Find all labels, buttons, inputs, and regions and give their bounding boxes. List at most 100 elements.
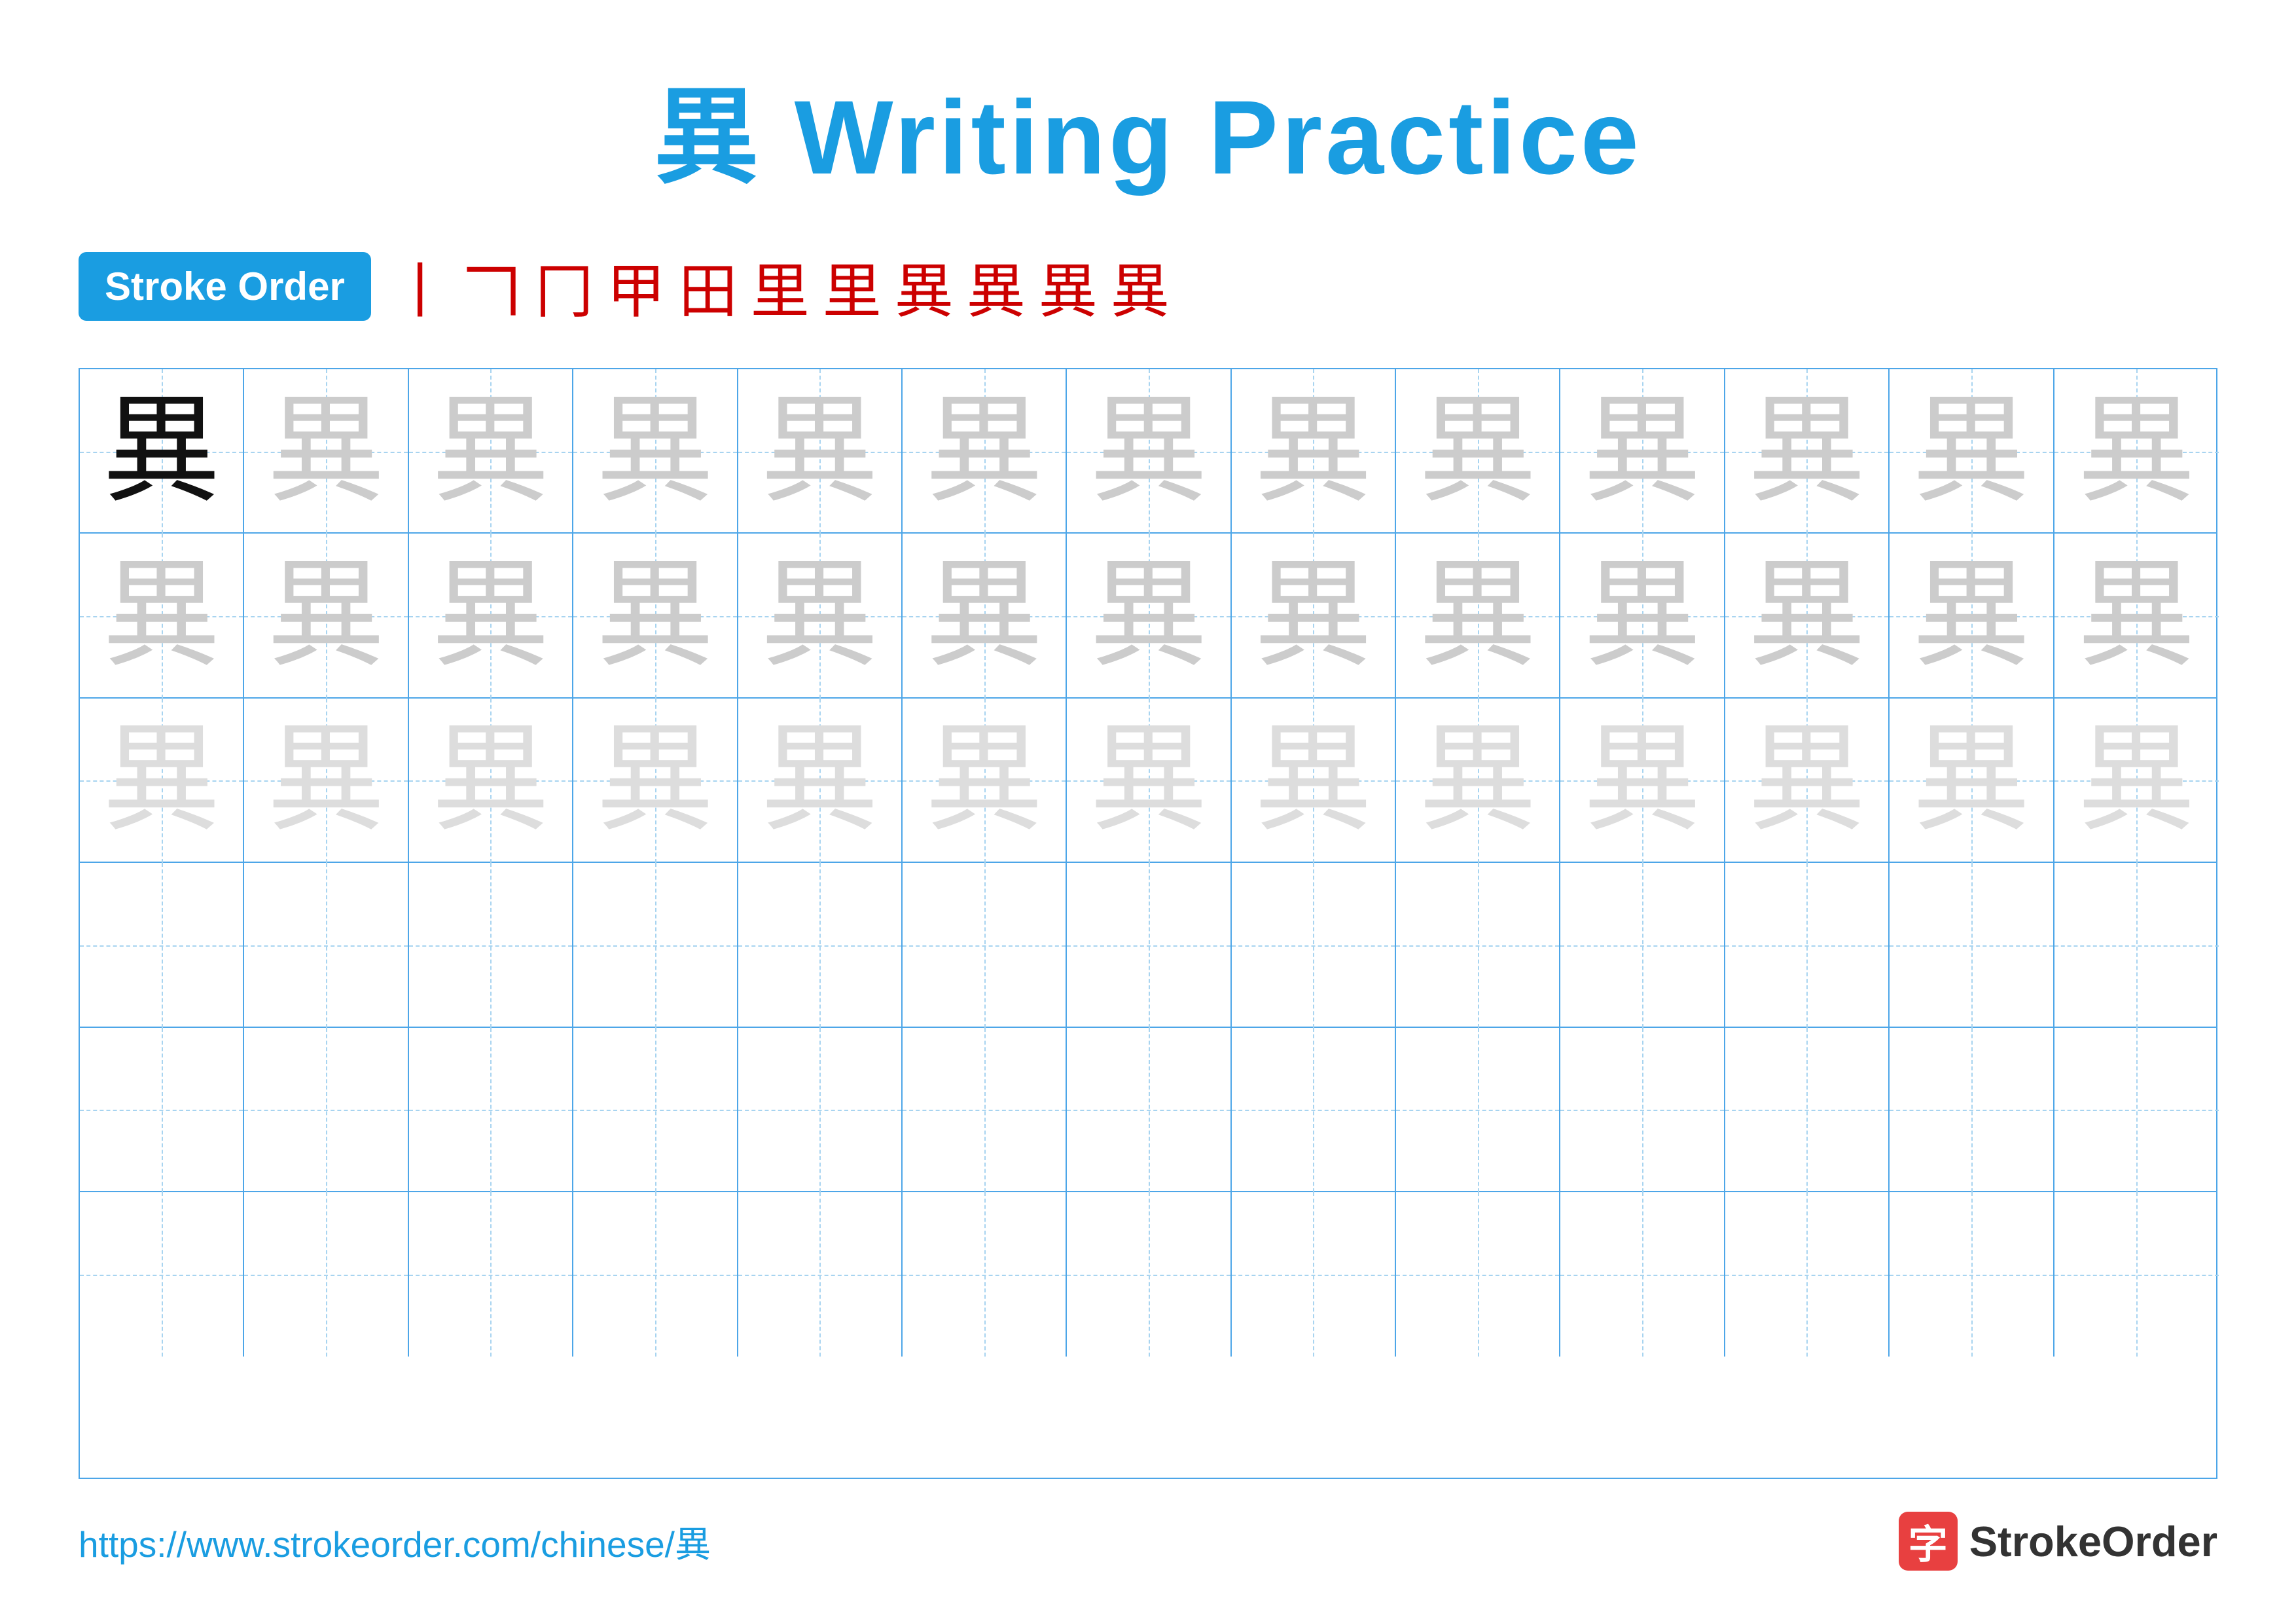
cell-3-5[interactable]: 異 xyxy=(738,699,903,863)
cell-3-6[interactable]: 異 xyxy=(903,699,1067,863)
cell-5-10[interactable] xyxy=(1560,1028,1725,1192)
cell-1-3[interactable]: 異 xyxy=(409,369,573,534)
cell-5-5[interactable] xyxy=(738,1028,903,1192)
cell-1-13[interactable]: 異 xyxy=(2054,369,2219,534)
cell-6-10[interactable] xyxy=(1560,1192,1725,1357)
char-guide: 異 xyxy=(2077,557,2195,675)
cell-6-3[interactable] xyxy=(409,1192,573,1357)
grid-row-5 xyxy=(80,1028,2216,1192)
cell-4-3[interactable] xyxy=(409,863,573,1027)
cell-2-13[interactable]: 異 xyxy=(2054,534,2219,698)
cell-5-13[interactable] xyxy=(2054,1028,2219,1192)
cell-4-11[interactable] xyxy=(1725,863,1890,1027)
char-guide: 異 xyxy=(2077,393,2195,511)
cell-1-8[interactable]: 異 xyxy=(1232,369,1396,534)
stroke-8: 異 xyxy=(895,244,954,329)
cell-2-3[interactable]: 異 xyxy=(409,534,573,698)
cell-6-6[interactable] xyxy=(903,1192,1067,1357)
grid-row-4 xyxy=(80,863,2216,1027)
cell-1-1[interactable]: 異 xyxy=(80,369,244,534)
char-guide: 異 xyxy=(596,393,714,511)
cell-5-6[interactable] xyxy=(903,1028,1067,1192)
cell-4-13[interactable] xyxy=(2054,863,2219,1027)
grid-row-3: 異 異 異 異 異 異 異 異 異 異 異 異 異 xyxy=(80,699,2216,863)
char-guide: 異 xyxy=(1583,557,1701,675)
cell-3-8[interactable]: 異 xyxy=(1232,699,1396,863)
char-guide: 異 xyxy=(103,557,221,675)
stroke-1: 丨 xyxy=(391,244,450,329)
char-guide: 異 xyxy=(761,721,878,839)
char-guide: 異 xyxy=(761,393,878,511)
cell-4-1[interactable] xyxy=(80,863,244,1027)
cell-2-12[interactable]: 異 xyxy=(1890,534,2054,698)
cell-3-2[interactable]: 異 xyxy=(244,699,408,863)
cell-4-9[interactable] xyxy=(1396,863,1560,1027)
char-guide: 異 xyxy=(1419,721,1537,839)
cell-5-3[interactable] xyxy=(409,1028,573,1192)
cell-4-10[interactable] xyxy=(1560,863,1725,1027)
cell-1-4[interactable]: 異 xyxy=(573,369,738,534)
cell-6-9[interactable] xyxy=(1396,1192,1560,1357)
char-guide: 異 xyxy=(1419,557,1537,675)
cell-2-2[interactable]: 異 xyxy=(244,534,408,698)
cell-4-5[interactable] xyxy=(738,863,903,1027)
cell-2-8[interactable]: 異 xyxy=(1232,534,1396,698)
cell-3-10[interactable]: 異 xyxy=(1560,699,1725,863)
char-guide: 異 xyxy=(1748,393,1865,511)
cell-3-7[interactable]: 異 xyxy=(1067,699,1231,863)
cell-2-9[interactable]: 異 xyxy=(1396,534,1560,698)
cell-2-6[interactable]: 異 xyxy=(903,534,1067,698)
cell-6-13[interactable] xyxy=(2054,1192,2219,1357)
cell-5-12[interactable] xyxy=(1890,1028,2054,1192)
cell-1-5[interactable]: 異 xyxy=(738,369,903,534)
cell-6-2[interactable] xyxy=(244,1192,408,1357)
cell-4-12[interactable] xyxy=(1890,863,2054,1027)
cell-5-7[interactable] xyxy=(1067,1028,1231,1192)
cell-1-6[interactable]: 異 xyxy=(903,369,1067,534)
cell-1-12[interactable]: 異 xyxy=(1890,369,2054,534)
cell-6-12[interactable] xyxy=(1890,1192,2054,1357)
cell-4-4[interactable] xyxy=(573,863,738,1027)
cell-3-4[interactable]: 異 xyxy=(573,699,738,863)
cell-6-8[interactable] xyxy=(1232,1192,1396,1357)
cell-1-11[interactable]: 異 xyxy=(1725,369,1890,534)
stroke-6: 里 xyxy=(751,244,810,329)
cell-2-1[interactable]: 異 xyxy=(80,534,244,698)
cell-4-2[interactable] xyxy=(244,863,408,1027)
cell-1-10[interactable]: 異 xyxy=(1560,369,1725,534)
cell-5-11[interactable] xyxy=(1725,1028,1890,1192)
cell-4-6[interactable] xyxy=(903,863,1067,1027)
cell-6-4[interactable] xyxy=(573,1192,738,1357)
cell-6-11[interactable] xyxy=(1725,1192,1890,1357)
cell-3-13[interactable]: 異 xyxy=(2054,699,2219,863)
cell-1-7[interactable]: 異 xyxy=(1067,369,1231,534)
cell-3-12[interactable]: 異 xyxy=(1890,699,2054,863)
cell-5-2[interactable] xyxy=(244,1028,408,1192)
grid-row-6 xyxy=(80,1192,2216,1357)
page-title: 異 Writing Practice xyxy=(654,52,1642,204)
char-guide: 異 xyxy=(1090,393,1208,511)
cell-2-10[interactable]: 異 xyxy=(1560,534,1725,698)
cell-3-1[interactable]: 異 xyxy=(80,699,244,863)
cell-2-5[interactable]: 異 xyxy=(738,534,903,698)
cell-2-7[interactable]: 異 xyxy=(1067,534,1231,698)
stroke-5: 田 xyxy=(679,244,738,329)
cell-3-11[interactable]: 異 xyxy=(1725,699,1890,863)
cell-5-4[interactable] xyxy=(573,1028,738,1192)
cell-4-7[interactable] xyxy=(1067,863,1231,1027)
cell-1-2[interactable]: 異 xyxy=(244,369,408,534)
cell-6-1[interactable] xyxy=(80,1192,244,1357)
cell-3-9[interactable]: 異 xyxy=(1396,699,1560,863)
cell-5-1[interactable] xyxy=(80,1028,244,1192)
cell-2-4[interactable]: 異 xyxy=(573,534,738,698)
cell-5-9[interactable] xyxy=(1396,1028,1560,1192)
cell-6-5[interactable] xyxy=(738,1192,903,1357)
cell-2-11[interactable]: 異 xyxy=(1725,534,1890,698)
cell-5-8[interactable] xyxy=(1232,1028,1396,1192)
cell-3-3[interactable]: 異 xyxy=(409,699,573,863)
char-guide: 異 xyxy=(1748,721,1865,839)
stroke-order-row: Stroke Order 丨 𠃍 冂 甲 田 里 里 異 異 異 異 xyxy=(79,244,2217,329)
cell-1-9[interactable]: 異 xyxy=(1396,369,1560,534)
cell-6-7[interactable] xyxy=(1067,1192,1231,1357)
cell-4-8[interactable] xyxy=(1232,863,1396,1027)
